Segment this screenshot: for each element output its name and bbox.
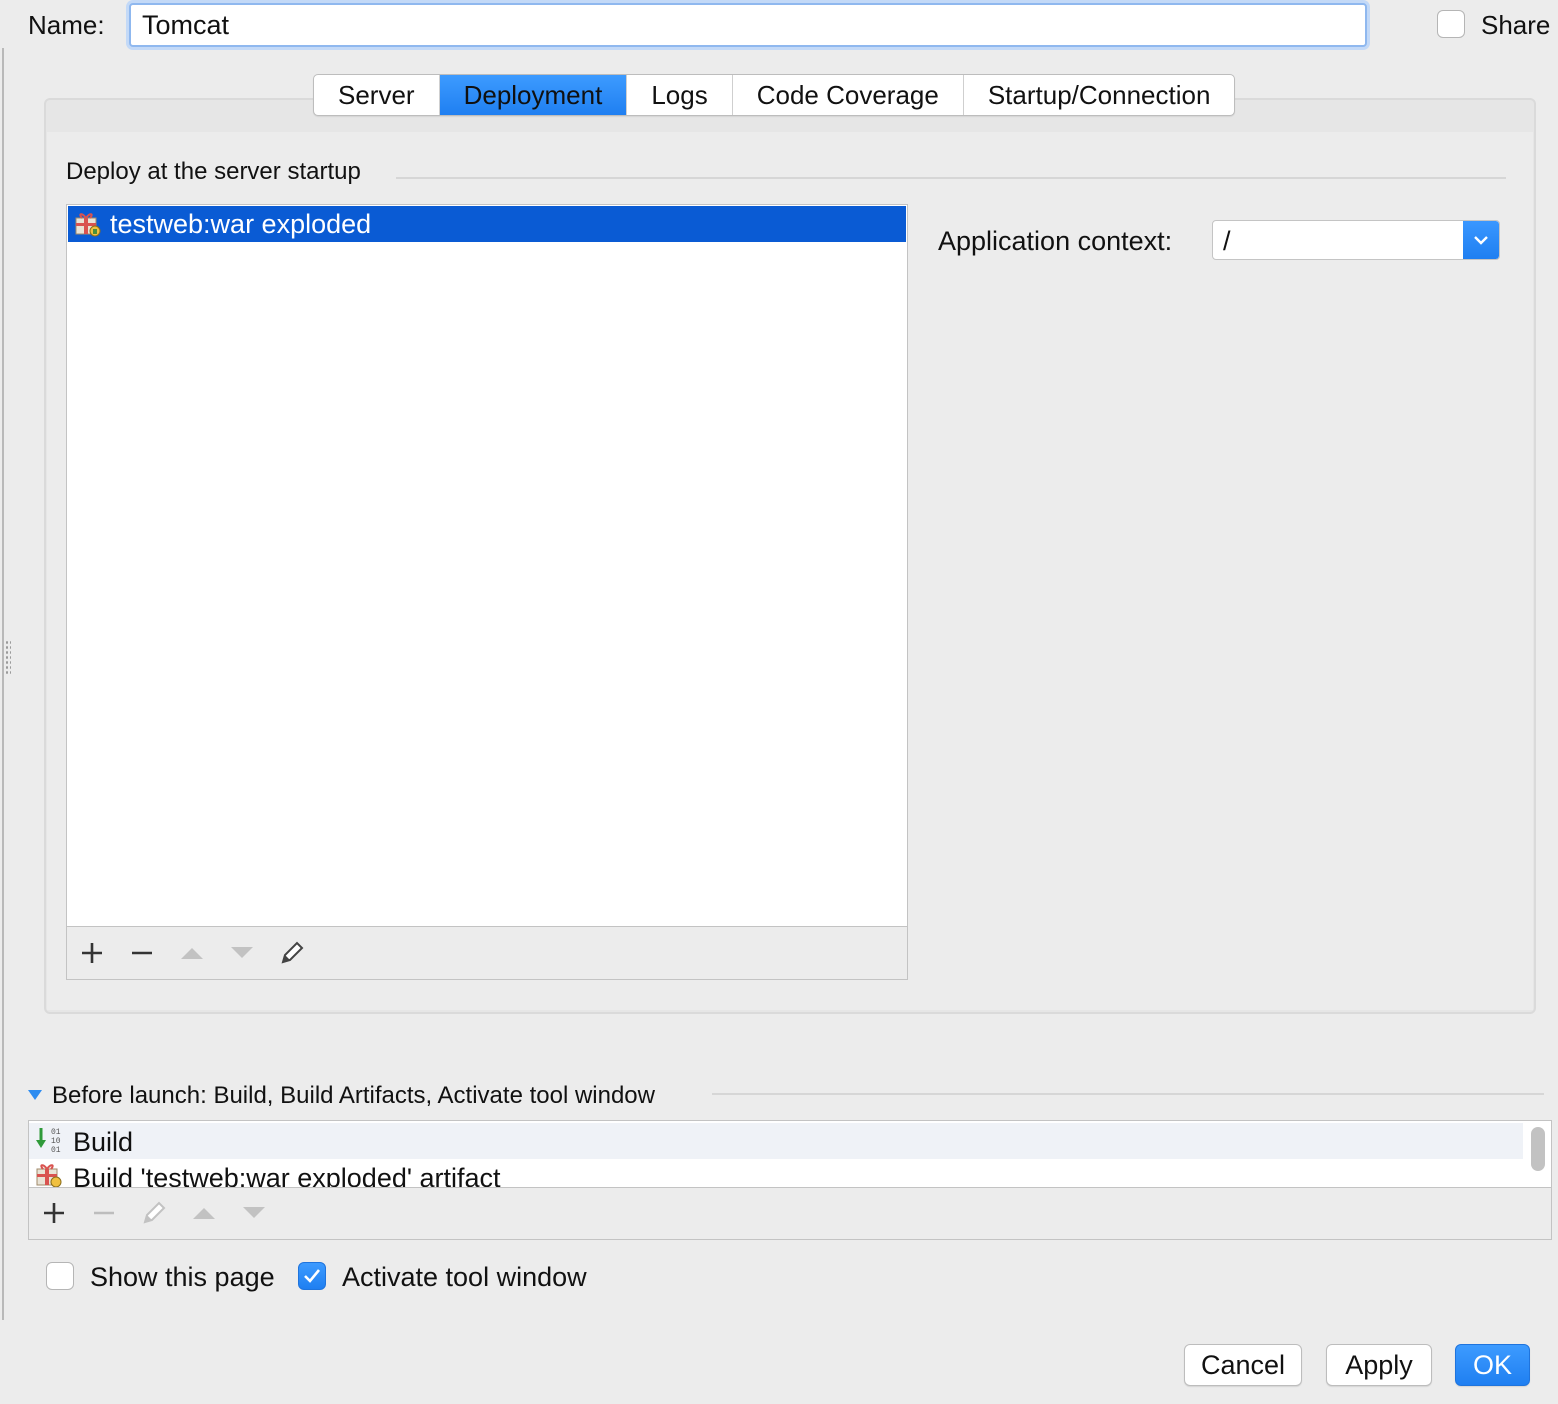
scrollbar-thumb[interactable]: [1531, 1127, 1545, 1171]
add-icon: [44, 1203, 64, 1223]
list-item-label: Build 'testweb:war exploded' artifact: [73, 1163, 501, 1188]
move-down-button[interactable]: [234, 1193, 274, 1233]
move-down-icon: [231, 947, 253, 958]
window-left-edge: [0, 48, 4, 1320]
list-item-label: testweb:war exploded: [110, 209, 372, 239]
tab-logs[interactable]: Logs: [627, 75, 733, 115]
before-launch-list[interactable]: 01 10 01 Build Build 'testweb:war explod…: [28, 1120, 1552, 1188]
show-page-checkbox[interactable]: [46, 1262, 74, 1290]
dropdown-button[interactable]: [1463, 221, 1499, 259]
list-item[interactable]: testweb:war exploded: [68, 206, 906, 242]
add-button[interactable]: [34, 1193, 74, 1233]
tab-server[interactable]: Server: [314, 75, 440, 115]
before-launch-title[interactable]: Before launch: Build, Build Artifacts, A…: [52, 1080, 669, 1112]
share-label: Share: [1481, 10, 1551, 40]
activate-tool-window-label: Activate tool window: [342, 1262, 587, 1292]
deploy-artifact-list[interactable]: [66, 204, 908, 980]
remove-button[interactable]: [84, 1193, 124, 1233]
collapse-triangle-icon[interactable]: [28, 1090, 42, 1100]
move-down-button[interactable]: [222, 933, 262, 973]
before-launch-divider: [712, 1093, 1544, 1095]
tab-code-coverage[interactable]: Code Coverage: [733, 75, 964, 115]
deploy-section-title: Deploy at the server startup: [66, 156, 375, 188]
edit-icon: [281, 941, 304, 964]
edit-button[interactable]: [134, 1193, 174, 1233]
show-page-label: Show this page: [90, 1262, 275, 1292]
move-up-icon: [193, 1208, 215, 1219]
chevron-down-icon: [1474, 236, 1488, 245]
remove-icon: [132, 951, 152, 955]
svg-text:10: 10: [51, 1137, 61, 1146]
deploy-list-toolbar: [67, 926, 907, 979]
application-context-value[interactable]: /: [1223, 221, 1231, 259]
artifact-icon: [35, 1161, 63, 1187]
checkmark-icon: [304, 1269, 321, 1283]
svg-text:01: 01: [51, 1146, 61, 1155]
edit-button[interactable]: [272, 933, 312, 973]
apply-button[interactable]: Apply: [1326, 1344, 1432, 1386]
share-checkbox[interactable]: [1437, 10, 1465, 38]
tab-startup-connection[interactable]: Startup/Connection: [964, 75, 1235, 115]
remove-icon: [94, 1211, 114, 1215]
remove-button[interactable]: [122, 933, 162, 973]
before-launch-toolbar: [28, 1187, 1552, 1240]
artifact-icon: [74, 210, 102, 238]
move-up-button[interactable]: [184, 1193, 224, 1233]
ok-button[interactable]: OK: [1455, 1344, 1530, 1386]
resize-grip[interactable]: [5, 640, 11, 676]
move-down-icon: [243, 1207, 265, 1218]
cancel-button[interactable]: Cancel: [1184, 1344, 1302, 1386]
section-divider: [396, 177, 1506, 179]
list-item[interactable]: Build 'testweb:war exploded' artifact: [29, 1159, 1523, 1188]
application-context-label: Application context:: [938, 226, 1173, 256]
edit-icon: [143, 1201, 166, 1224]
move-up-icon: [181, 948, 203, 959]
tab-deployment[interactable]: Deployment: [439, 75, 628, 115]
list-item-label: Build: [73, 1127, 134, 1157]
application-context-combobox[interactable]: /: [1212, 220, 1500, 260]
tab-bar: Server Deployment Logs Code Coverage Sta…: [313, 74, 1236, 116]
add-button[interactable]: [72, 933, 112, 973]
move-up-button[interactable]: [172, 933, 212, 973]
name-label: Name:: [28, 10, 105, 40]
name-input[interactable]: [129, 3, 1367, 47]
add-icon: [82, 943, 102, 963]
list-item[interactable]: 01 10 01 Build: [29, 1123, 1523, 1159]
activate-tool-window-checkbox[interactable]: [298, 1262, 326, 1290]
svg-text:01: 01: [51, 1128, 61, 1137]
